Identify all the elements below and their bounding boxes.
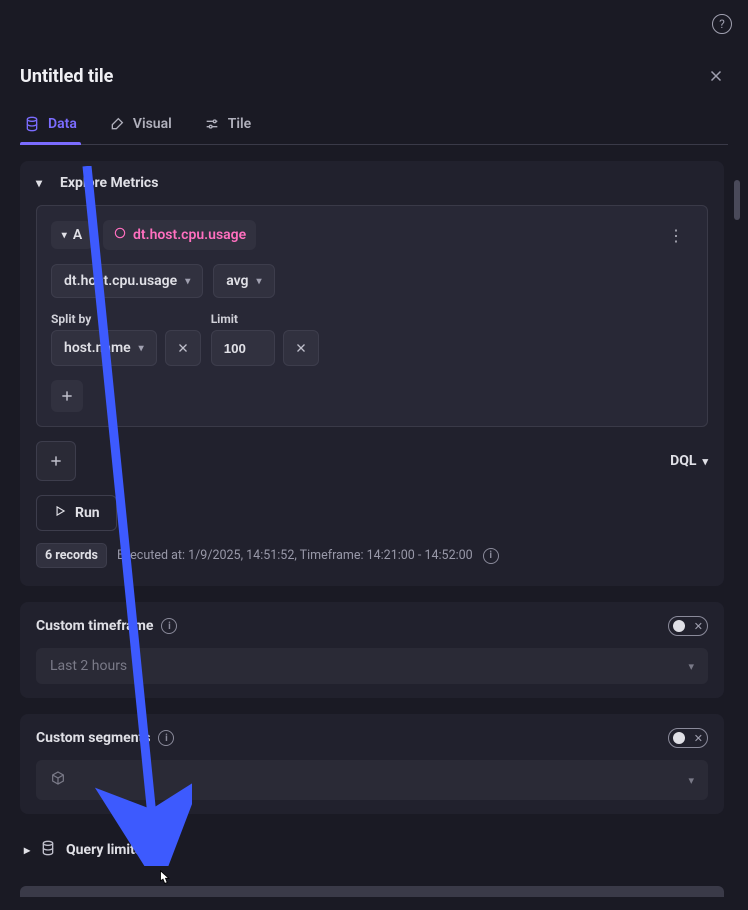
tab-label: Visual — [133, 116, 172, 132]
database-icon — [40, 840, 56, 860]
chevron-down-icon: ▾ — [257, 276, 262, 287]
help-icon[interactable]: ? — [712, 14, 732, 34]
info-icon[interactable]: i — [483, 548, 499, 564]
play-icon — [53, 504, 67, 522]
signal-icon — [113, 226, 127, 244]
splitby-clear-button[interactable] — [165, 330, 201, 366]
query-limits-section[interactable]: ▸ Query limits — [20, 830, 724, 870]
metric-header-pill[interactable]: dt.host.cpu.usage — [103, 220, 256, 250]
tab-label: Tile — [228, 116, 251, 132]
database-icon — [24, 116, 40, 132]
records-badge: 6 records — [36, 543, 107, 568]
custom-segments-toggle[interactable]: ✕ — [668, 728, 708, 748]
segments-dropdown-disabled: ▾ — [36, 760, 708, 800]
metric-select-value: dt.host.cpu.usage — [64, 273, 177, 289]
executed-text: Executed at: 1/9/2025, 14:51:52, Timefra… — [117, 548, 473, 563]
close-button[interactable] — [704, 64, 728, 88]
custom-timeframe-label: Custom timeframe — [36, 618, 153, 634]
explore-metrics-header[interactable]: ▾ Explore Metrics — [36, 175, 708, 191]
aggregation-value: avg — [226, 273, 248, 289]
add-filter-button[interactable] — [51, 380, 83, 412]
sliders-icon — [204, 116, 220, 132]
custom-timeframe-toggle[interactable]: ✕ — [668, 616, 708, 636]
brush-icon — [109, 116, 125, 132]
chevron-down-icon: ▾ — [139, 343, 144, 354]
tab-tile[interactable]: Tile — [200, 108, 255, 144]
tab-visual[interactable]: Visual — [105, 108, 176, 144]
custom-segments-section: Custom segments i ✕ ▾ — [20, 714, 724, 814]
metric-options-menu[interactable]: ⋮ — [660, 222, 693, 249]
series-collapse-pill[interactable]: ▾ A — [51, 221, 93, 249]
timeframe-value: Last 2 hours — [50, 658, 127, 674]
splitby-value: host.name — [64, 340, 131, 356]
aggregation-dropdown[interactable]: avg ▾ — [213, 264, 274, 298]
chevron-right-icon: ▸ — [24, 843, 30, 857]
chevron-down-icon: ▾ — [688, 774, 694, 787]
explore-metrics-section: ▾ Explore Metrics ▾ A dt.host.cpu.usage — [20, 161, 724, 586]
close-icon: ✕ — [694, 620, 703, 633]
toggle-knob — [673, 732, 685, 744]
chevron-down-icon: ▾ — [185, 276, 190, 287]
dql-toggle[interactable]: DQL ▾ — [670, 453, 708, 469]
info-icon[interactable]: i — [158, 730, 174, 746]
custom-timeframe-section: Custom timeframe i ✕ Last 2 hours ▾ — [20, 602, 724, 698]
series-letter: A — [73, 227, 82, 243]
info-icon[interactable]: i — [161, 618, 177, 634]
chevron-down-icon: ▾ — [688, 660, 694, 673]
dql-label: DQL — [670, 453, 696, 469]
chevron-down-icon: ▾ — [62, 230, 67, 241]
query-limits-label: Query limits — [66, 842, 142, 858]
splitby-dropdown[interactable]: host.name ▾ — [51, 330, 157, 366]
scrollbar[interactable] — [734, 180, 740, 220]
section-title: Explore Metrics — [60, 175, 158, 191]
add-metric-button[interactable] — [36, 441, 76, 481]
davis-ai-button[interactable]: Davis® AI › — [20, 886, 724, 897]
limit-label: Limit — [211, 312, 319, 326]
chevron-down-icon: ▾ — [702, 455, 708, 468]
run-button[interactable]: Run — [36, 495, 117, 531]
tab-data[interactable]: Data — [20, 108, 81, 144]
limit-clear-button[interactable] — [283, 330, 319, 366]
metric-select-dropdown[interactable]: dt.host.cpu.usage ▾ — [51, 264, 203, 298]
metric-header-text: dt.host.cpu.usage — [133, 227, 246, 243]
run-label: Run — [75, 505, 100, 521]
custom-segments-label: Custom segments — [36, 730, 150, 746]
tab-label: Data — [48, 116, 77, 132]
close-icon: ✕ — [694, 732, 703, 745]
tab-bar: Data Visual Tile — [20, 108, 728, 145]
chevron-down-icon: ▾ — [36, 176, 50, 190]
splitby-label: Split by — [51, 312, 201, 326]
limit-input[interactable] — [211, 330, 275, 366]
toggle-knob — [673, 620, 685, 632]
cube-icon — [50, 770, 66, 790]
page-title: Untitled tile — [20, 66, 113, 87]
timeframe-dropdown-disabled: Last 2 hours ▾ — [36, 648, 708, 684]
metric-card: ▾ A dt.host.cpu.usage ⋮ dt.host.cpu.usag… — [36, 205, 708, 427]
